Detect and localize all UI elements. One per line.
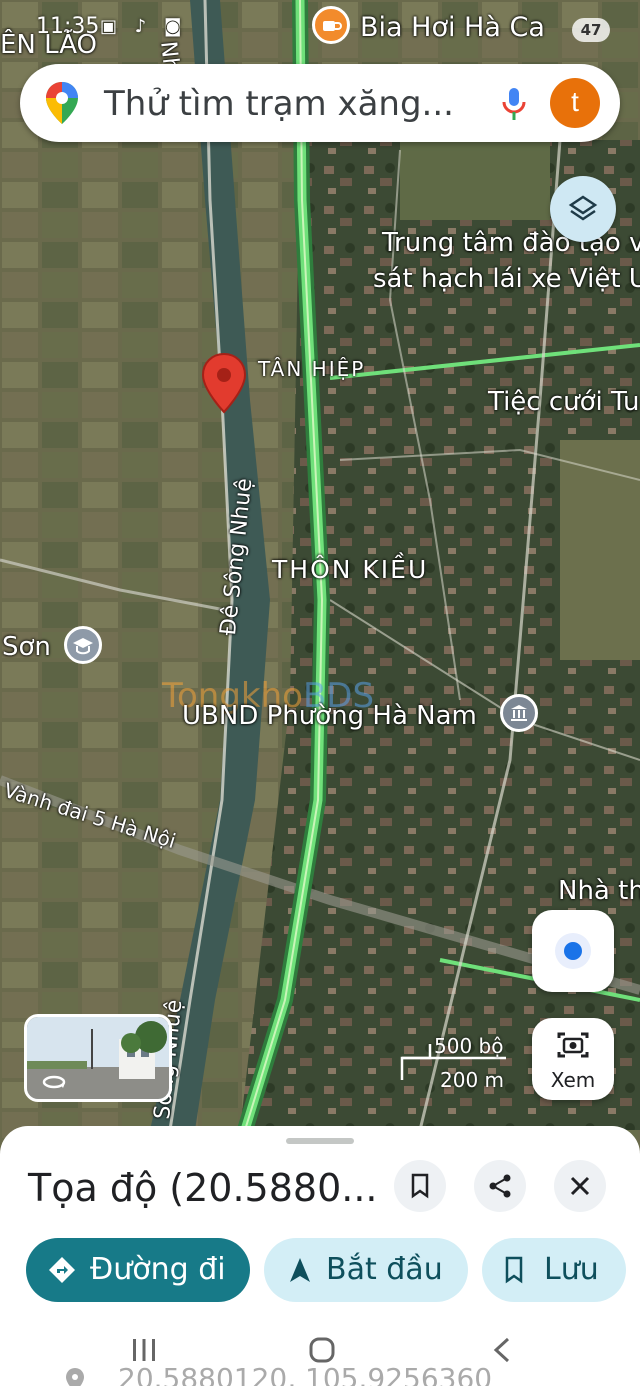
status-time: 11:35 bbox=[36, 14, 100, 39]
layers-button[interactable] bbox=[550, 176, 616, 242]
share-icon bbox=[487, 1173, 513, 1204]
close-button[interactable] bbox=[554, 1160, 606, 1212]
bookmark-button[interactable] bbox=[394, 1160, 446, 1212]
save-label: Lưu bbox=[544, 1252, 599, 1287]
avatar[interactable]: t bbox=[550, 78, 600, 128]
directions-label: Đường đi bbox=[90, 1252, 226, 1287]
map-label-tiec-cuoi[interactable]: Tiệc cưới Tu bbox=[488, 387, 639, 417]
lens-label: Xem bbox=[550, 1068, 596, 1092]
directions-icon bbox=[48, 1256, 76, 1292]
my-location-button[interactable] bbox=[532, 910, 614, 992]
coordinates-text: 20.5880120, 105.9256360 bbox=[118, 1362, 493, 1386]
school-poi-icon[interactable] bbox=[64, 626, 102, 664]
status-bar: 11:35 ▣ ♪ ◙ 47 bbox=[0, 0, 640, 56]
street-view-thumbnail[interactable] bbox=[24, 1014, 172, 1102]
maps-pin-icon bbox=[44, 80, 80, 131]
scale-bar: 500 bộ 200 m bbox=[398, 1030, 508, 1096]
map-label-nha-th[interactable]: Nhà th bbox=[558, 876, 640, 906]
lens-view-button[interactable]: Xem bbox=[532, 1018, 614, 1100]
my-location-icon bbox=[552, 930, 594, 977]
scale-metric: 200 m bbox=[440, 1068, 505, 1092]
map-label-ubnd[interactable]: UBND Phường Hà Nam bbox=[182, 701, 477, 731]
drag-handle[interactable] bbox=[286, 1138, 354, 1144]
bookmark-icon bbox=[410, 1173, 430, 1204]
location-pin-icon bbox=[64, 1366, 86, 1386]
dropped-pin-icon[interactable] bbox=[200, 352, 248, 419]
map-label-son[interactable]: Sơn bbox=[2, 632, 51, 662]
search-input[interactable]: Thử tìm trạm xăng... bbox=[104, 84, 454, 124]
save-bookmark-icon bbox=[504, 1256, 524, 1292]
save-button[interactable]: Lưu bbox=[482, 1238, 626, 1302]
map-label-tan-hiep: TÂN HIỆP bbox=[258, 357, 366, 381]
start-button[interactable]: Bắt đầu bbox=[264, 1238, 468, 1302]
place-sheet[interactable]: Tọa độ (20.5880... Đường đi Bắt đầu Lưu bbox=[0, 1126, 640, 1386]
rotate-360-icon bbox=[41, 1073, 67, 1096]
place-title: Tọa độ (20.5880... bbox=[28, 1166, 378, 1210]
notification-icons: ▣ ♪ ◙ bbox=[100, 16, 188, 37]
share-button[interactable] bbox=[474, 1160, 526, 1212]
navigation-arrow-icon bbox=[288, 1256, 312, 1292]
battery-indicator: 47 bbox=[572, 18, 610, 42]
close-icon bbox=[569, 1175, 591, 1202]
back-icon[interactable] bbox=[488, 1336, 516, 1369]
directions-button[interactable]: Đường đi bbox=[26, 1238, 250, 1302]
microphone-icon[interactable] bbox=[500, 86, 528, 127]
government-poi-icon[interactable] bbox=[500, 694, 538, 732]
search-bar[interactable]: Thử tìm trạm xăng... t bbox=[20, 64, 620, 142]
start-label: Bắt đầu bbox=[326, 1252, 443, 1287]
map-label-thon-kieu: THÔN KIỀU bbox=[272, 555, 429, 584]
camera-lens-icon bbox=[556, 1030, 590, 1065]
scale-imperial: 500 bộ bbox=[434, 1034, 504, 1058]
layers-icon bbox=[567, 193, 599, 230]
map-label-trung-tam-2[interactable]: sát hạch lái xe Việt U bbox=[373, 264, 640, 294]
